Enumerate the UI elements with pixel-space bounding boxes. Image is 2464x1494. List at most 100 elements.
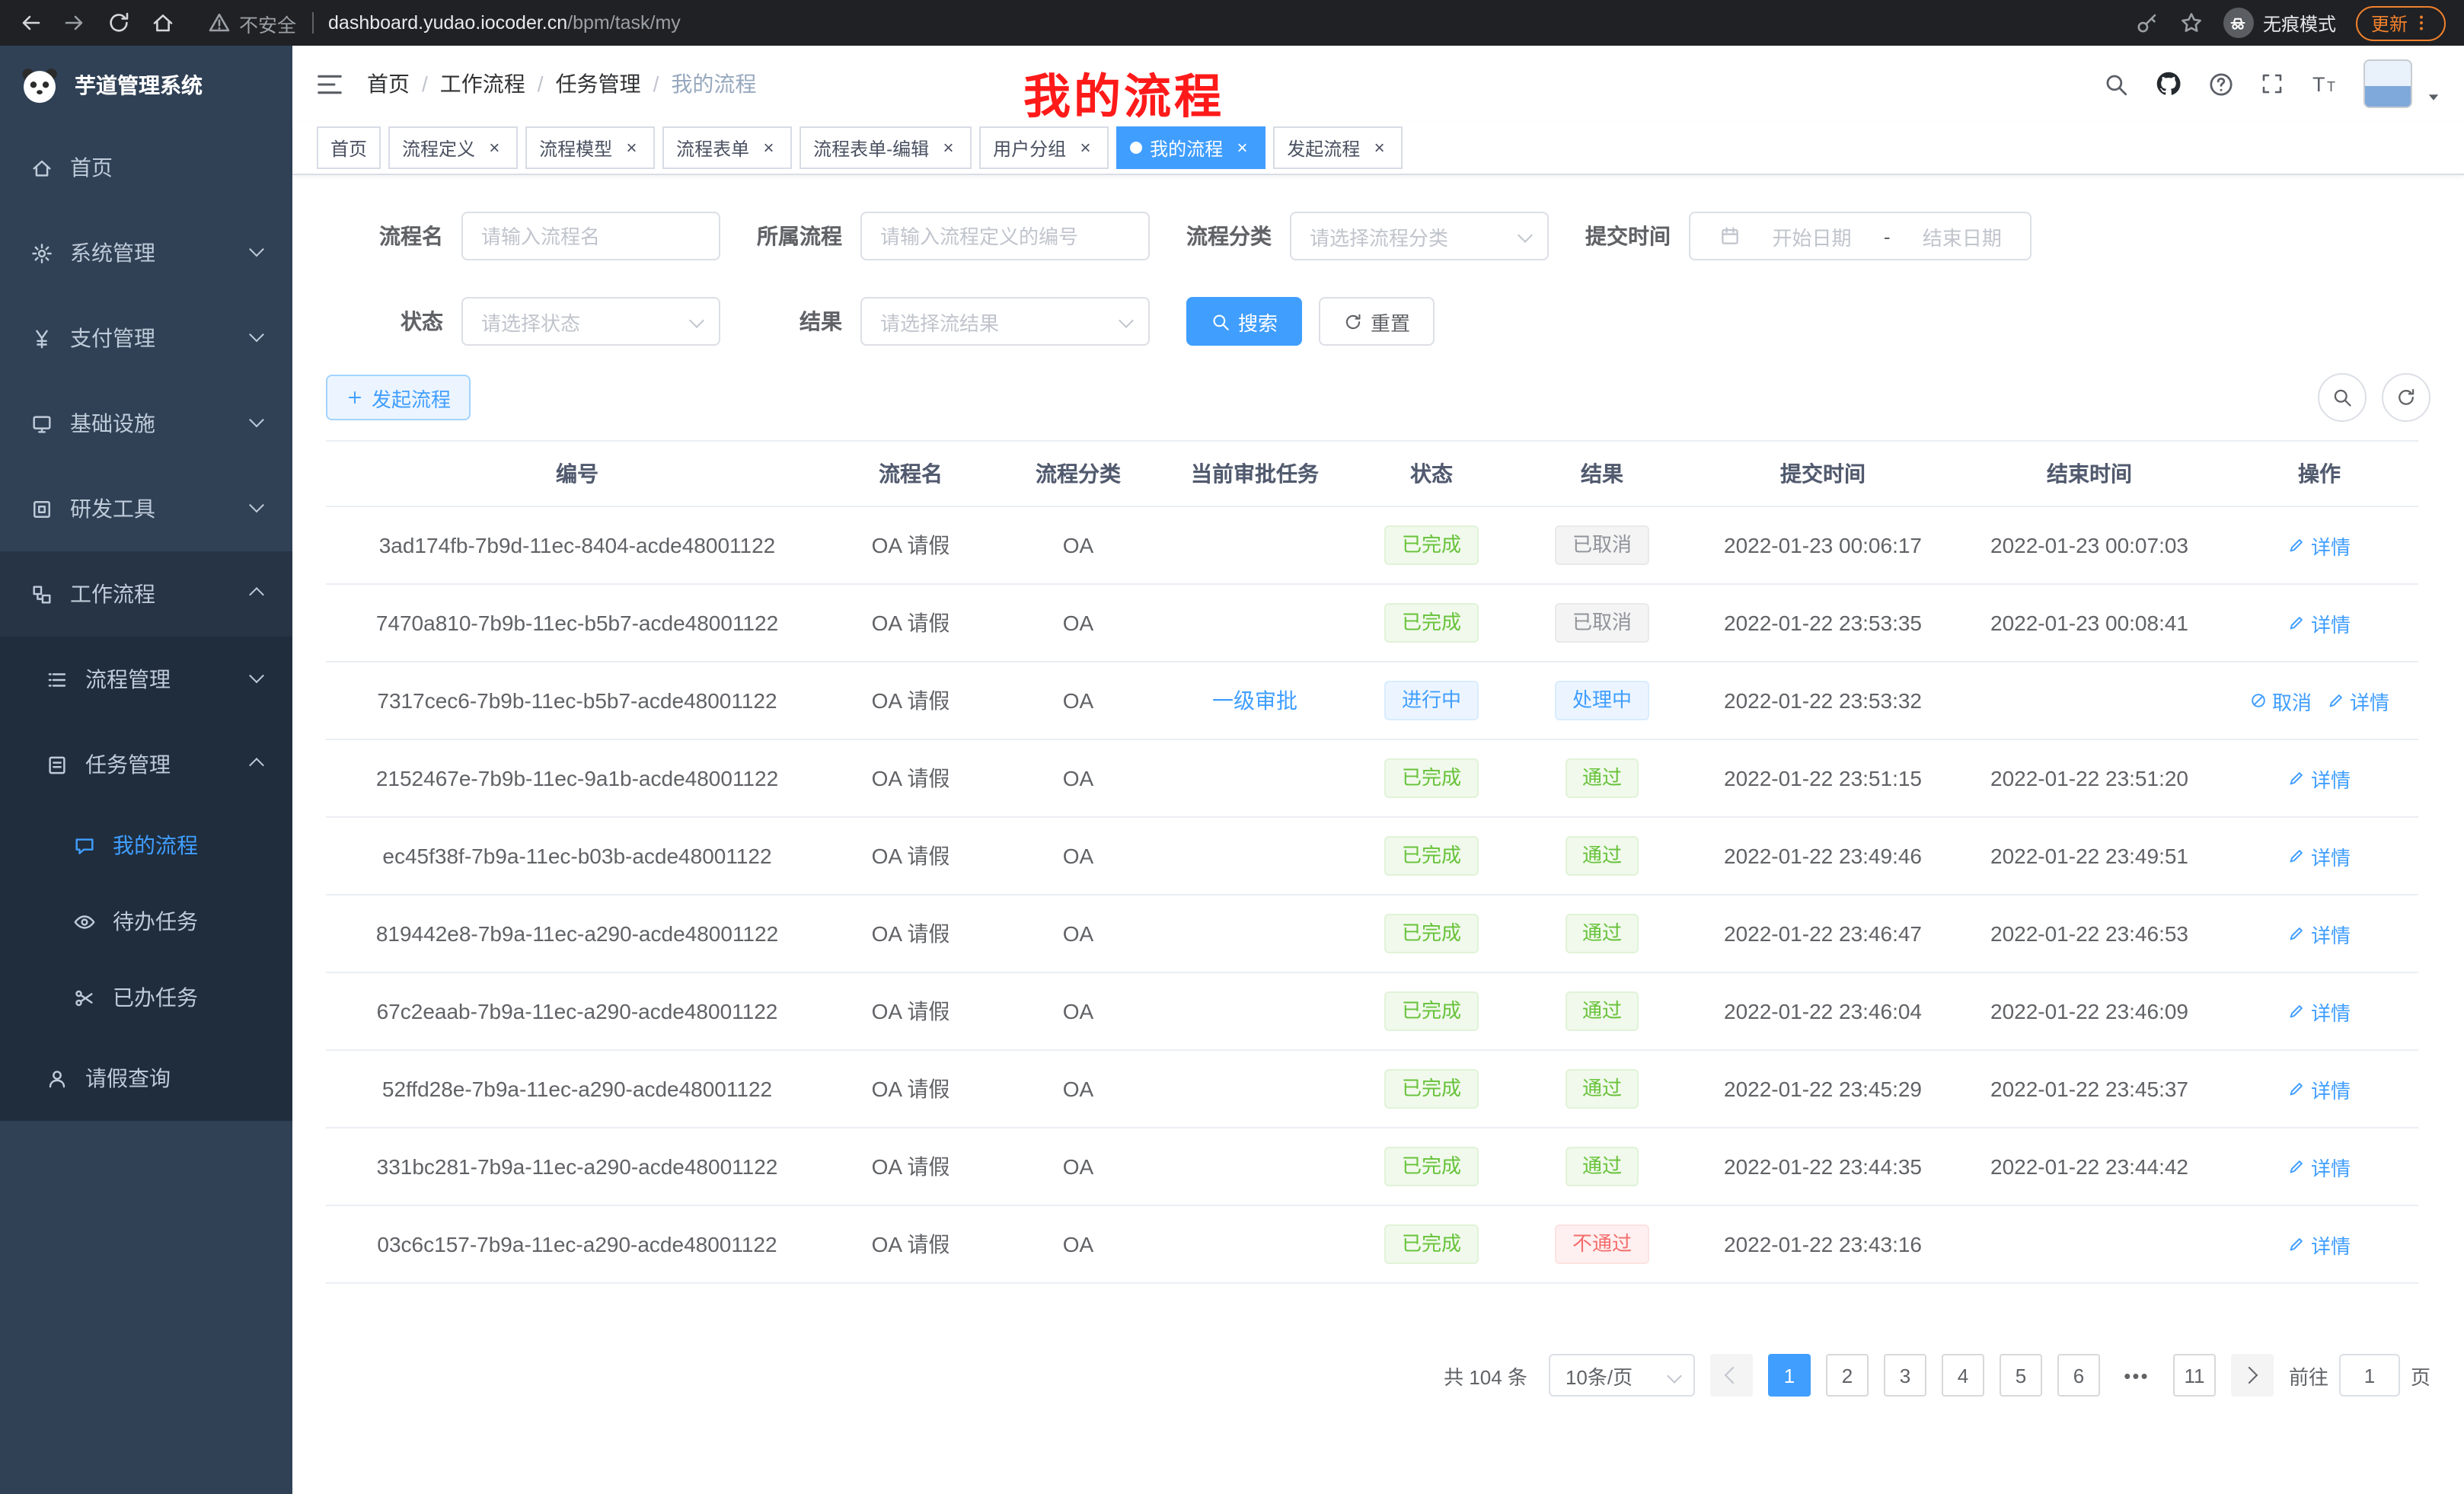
detail-link[interactable]: 详情 [2288, 1074, 2351, 1103]
sidebar-item-6[interactable]: 工作流程 [0, 551, 292, 637]
create-process-button[interactable]: 发起流程 [326, 375, 471, 420]
page-ellipsis[interactable]: ••• [2115, 1354, 2158, 1397]
page-button-4[interactable]: 4 [1942, 1354, 1984, 1397]
reset-button[interactable]: 重置 [1319, 297, 1435, 346]
detail-link[interactable]: 详情 [2327, 686, 2389, 715]
incognito-badge[interactable]: 无痕模式 [2223, 8, 2336, 38]
category-select[interactable]: 请选择流程分类 [1290, 212, 1549, 260]
detail-link[interactable]: 详情 [2288, 1152, 2351, 1181]
hamburger-icon [315, 69, 344, 98]
page-button-2[interactable]: 2 [1826, 1354, 1869, 1397]
logo-row[interactable]: 芋道管理系统 [0, 46, 292, 125]
sidebar-item-7[interactable]: 流程管理 [0, 637, 292, 722]
detail-link[interactable]: 详情 [2288, 997, 2351, 1026]
avatar-caret-icon[interactable] [2426, 90, 2441, 105]
detail-link[interactable]: 详情 [2288, 764, 2351, 793]
sidebar-item-11[interactable]: 已办任务 [0, 959, 292, 1036]
page-size-select[interactable]: 10条/页 [1549, 1354, 1695, 1397]
toggle-search-button[interactable] [2318, 373, 2367, 422]
sidebar-item-8[interactable]: 任务管理 [0, 722, 292, 807]
tab-3[interactable]: 流程模型× [525, 126, 655, 169]
detail-link[interactable]: 详情 [2288, 919, 2351, 948]
security-label[interactable]: 不安全 [239, 8, 296, 37]
page-button-6[interactable]: 6 [2057, 1354, 2100, 1397]
page-button-3[interactable]: 3 [1884, 1354, 1926, 1397]
sidebar-item-3[interactable]: 支付管理 [0, 295, 292, 381]
breadcrumb-separator: / [422, 72, 428, 96]
tab-close-icon[interactable]: × [938, 138, 958, 158]
sidebar-item-9[interactable]: 我的流程 [0, 807, 292, 883]
tab-close-icon[interactable]: × [1369, 138, 1389, 158]
sidebar-item-1[interactable]: 首页 [0, 125, 292, 210]
detail-link[interactable]: 详情 [2288, 1230, 2351, 1259]
date-range-picker[interactable]: 开始日期 - 结束日期 [1689, 212, 2032, 260]
tab-4[interactable]: 流程表单× [662, 126, 792, 169]
font-size-icon[interactable]: TT [2310, 70, 2338, 97]
result-badge: 已取消 [1556, 603, 1649, 643]
hamburger-icon[interactable] [315, 69, 344, 98]
svg-text:T: T [2327, 79, 2335, 94]
detail-link[interactable]: 详情 [2288, 531, 2351, 560]
sidebar-item-5[interactable]: 研发工具 [0, 466, 292, 551]
tab-7[interactable]: 我的流程× [1116, 126, 1266, 169]
forward-icon[interactable] [62, 11, 87, 35]
table-row[interactable]: 331bc281-7b9a-11ec-a290-acde48001122OA 请… [326, 1128, 2418, 1205]
back-icon[interactable] [18, 11, 43, 35]
page-button-1[interactable]: 1 [1768, 1354, 1811, 1397]
search-button[interactable]: 搜索 [1186, 297, 1302, 346]
tab-2[interactable]: 流程定义× [388, 126, 518, 169]
status-select[interactable]: 请选择状态 [461, 297, 720, 346]
table-row[interactable]: 52ffd28e-7b9a-11ec-a290-acde48001122OA 请… [326, 1050, 2418, 1128]
fullscreen-icon[interactable] [2260, 72, 2284, 96]
table-row[interactable]: 67c2eaab-7b9a-11ec-a290-acde48001122OA 请… [326, 972, 2418, 1050]
sidebar-item-4[interactable]: 基础设施 [0, 381, 292, 466]
breadcrumb-item-2[interactable]: 工作流程 [440, 69, 525, 99]
cancel-link[interactable]: 取消 [2249, 686, 2312, 715]
update-button[interactable]: 更新 [2356, 5, 2446, 40]
sidebar-item-2[interactable]: 系统管理 [0, 210, 292, 295]
detail-link[interactable]: 详情 [2288, 608, 2351, 637]
tab-close-icon[interactable]: × [621, 138, 641, 158]
table-row[interactable]: 819442e8-7b9a-11ec-a290-acde48001122OA 请… [326, 895, 2418, 972]
address-bar[interactable]: 不安全 dashboard.yudao.iocoder.cn/bpm/task/… [207, 8, 2135, 37]
refresh-table-button[interactable] [2382, 373, 2430, 422]
prev-page-button[interactable] [1710, 1354, 1753, 1397]
tab-5[interactable]: 流程表单-编辑× [800, 126, 972, 169]
tab-close-icon[interactable]: × [484, 138, 504, 158]
browser-home-icon[interactable] [151, 11, 175, 35]
result-select[interactable]: 请选择流结果 [860, 297, 1150, 346]
table-row[interactable]: 2152467e-7b9b-11ec-9a1b-acde48001122OA 请… [326, 739, 2418, 817]
page-button-5[interactable]: 5 [2000, 1354, 2042, 1397]
avatar[interactable] [2363, 59, 2412, 108]
github-icon[interactable] [2155, 70, 2182, 97]
process-name-input[interactable] [461, 212, 720, 260]
tab-8[interactable]: 发起流程× [1273, 126, 1403, 169]
next-page-button[interactable] [2231, 1354, 2274, 1397]
bookmark-star-icon[interactable] [2179, 11, 2204, 35]
tab-close-icon[interactable]: × [1232, 138, 1252, 158]
detail-link[interactable]: 详情 [2288, 841, 2351, 870]
table-row[interactable]: ec45f38f-7b9a-11ec-b03b-acde48001122OA 请… [326, 817, 2418, 895]
url-path[interactable]: /bpm/task/my [567, 12, 681, 34]
tab-6[interactable]: 用户分组× [979, 126, 1109, 169]
page-button-11[interactable]: 11 [2173, 1354, 2216, 1397]
key-icon[interactable] [2135, 11, 2159, 35]
current-task-link[interactable]: 一级审批 [1212, 688, 1297, 713]
table-row[interactable]: 7470a810-7b9b-11ec-b5b7-acde48001122OA 请… [326, 584, 2418, 662]
url-host[interactable]: dashboard.yudao.iocoder.cn [328, 12, 567, 34]
tab-close-icon[interactable]: × [758, 138, 778, 158]
table-row[interactable]: 03c6c157-7b9a-11ec-a290-acde48001122OA 请… [326, 1205, 2418, 1283]
help-icon[interactable] [2208, 71, 2234, 97]
sidebar-item-10[interactable]: 待办任务 [0, 883, 292, 959]
tab-1[interactable]: 首页 [317, 126, 381, 169]
table-row[interactable]: 3ad174fb-7b9d-11ec-8404-acde48001122OA 请… [326, 506, 2418, 584]
table-row[interactable]: 7317cec6-7b9b-11ec-b5b7-acde48001122OA 请… [326, 662, 2418, 739]
process-def-input[interactable] [860, 212, 1150, 260]
search-icon[interactable] [2103, 71, 2129, 97]
breadcrumb-item-3[interactable]: 任务管理 [556, 69, 641, 99]
sidebar-item-12[interactable]: 请假查询 [0, 1036, 292, 1121]
goto-page-input[interactable] [2339, 1354, 2400, 1397]
reload-icon[interactable] [107, 11, 131, 35]
breadcrumb-item-1[interactable]: 首页 [367, 69, 410, 99]
tab-close-icon[interactable]: × [1075, 138, 1095, 158]
